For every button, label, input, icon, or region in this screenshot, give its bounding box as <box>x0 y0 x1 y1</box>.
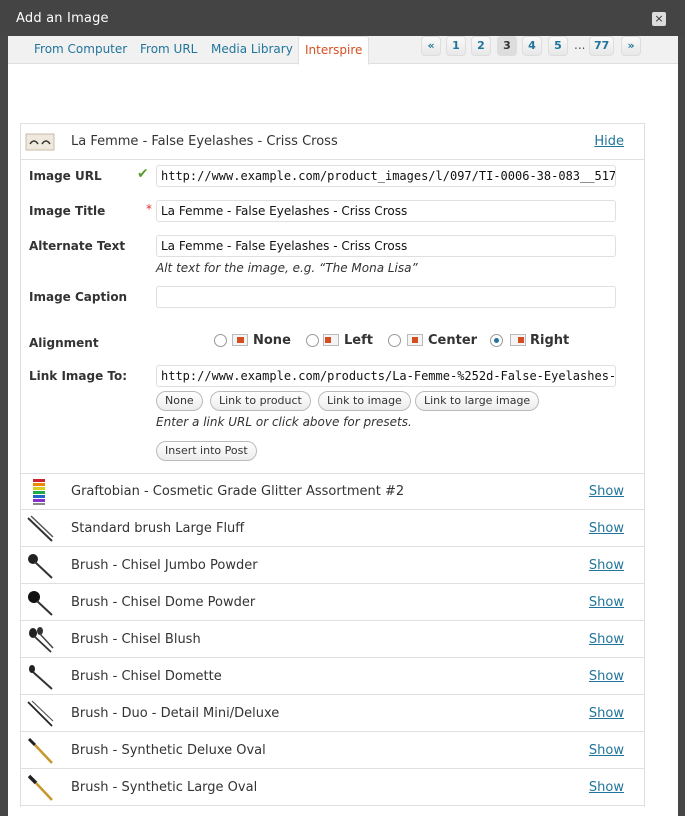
tab-interspire[interactable]: Interspire <box>298 36 370 65</box>
show-link[interactable]: Show <box>589 595 624 610</box>
show-link[interactable]: Show <box>589 780 624 795</box>
brush-thumbnail <box>27 700 54 727</box>
tab-from-url[interactable]: From URL <box>140 42 197 56</box>
link-to-image-button[interactable]: Link to image <box>318 391 411 411</box>
item-title: Graftobian - Cosmetic Grade Glitter Asso… <box>71 484 405 499</box>
list-item: Brush - Synthetic Large Oval Show <box>21 770 644 806</box>
align-center-icon <box>407 334 423 346</box>
item-title: Brush - Duo - Detail Mini/Deluxe <box>71 706 280 721</box>
list-item: Brush - Chisel Jumbo Powder Show <box>21 548 644 584</box>
pagination-ellipsis: ... <box>574 38 586 52</box>
item-title: Standard brush Large Fluff <box>71 521 245 536</box>
page-1-link[interactable]: 1 <box>446 36 466 56</box>
page-77-link[interactable]: 77 <box>589 36 615 56</box>
dialog-title: Add an Image <box>16 11 109 26</box>
required-marker: * <box>146 202 152 216</box>
tab-media-library[interactable]: Media Library <box>211 42 293 56</box>
item-title: Brush - Chisel Dome Powder <box>71 595 256 610</box>
checkmark-icon: ✔ <box>137 166 149 182</box>
show-link[interactable]: Show <box>589 484 624 499</box>
dialog-content: From Computer From URL Media Library Int… <box>8 36 678 816</box>
item-title: Brush - Chisel Jumbo Powder <box>71 558 258 573</box>
eyelashes-thumbnail <box>25 133 55 151</box>
insert-into-post-button[interactable]: Insert into Post <box>156 441 257 461</box>
next-page-button[interactable]: » <box>621 36 641 56</box>
brush-thumbnail <box>27 515 54 542</box>
align-none-label: None <box>253 333 291 348</box>
page-5-link[interactable]: 5 <box>548 36 568 56</box>
align-right-icon <box>510 334 526 346</box>
page-3-current: 3 <box>497 36 517 56</box>
alignment-label: Alignment <box>29 336 99 350</box>
alt-text-help: Alt text for the image, e.g. “The Mona L… <box>156 261 418 275</box>
list-item: Brush - Duo - Detail Mini/Deluxe Show <box>21 696 644 732</box>
brush-thumbnail <box>27 774 53 801</box>
item-title: Brush - Synthetic Large Oval <box>71 780 258 795</box>
list-item: Brush - Synthetic Deluxe Oval Show <box>21 733 644 769</box>
link-image-label: Link Image To: <box>29 369 128 383</box>
list-item: Brush - Chisel Dome Powder Show <box>21 585 644 621</box>
item-title: Brush - Chisel Blush <box>71 632 201 647</box>
align-none-icon <box>232 334 248 346</box>
tab-from-computer[interactable]: From Computer <box>34 42 127 56</box>
brush-thumbnail <box>29 627 54 653</box>
item-title: Brush - Chisel Domette <box>71 669 222 684</box>
list-item: Brush - Chisel Domette Show <box>21 659 644 695</box>
image-list: La Femme - False Eyelashes - Criss Cross… <box>20 123 645 807</box>
prev-page-button[interactable]: « <box>421 36 441 56</box>
link-to-large-image-button[interactable]: Link to large image <box>415 391 540 411</box>
page-4-link[interactable]: 4 <box>522 36 542 56</box>
item-title: La Femme - False Eyelashes - Criss Cross <box>71 134 338 149</box>
glitter-thumbnail <box>33 479 45 505</box>
show-link[interactable]: Show <box>589 558 624 573</box>
alt-text-input[interactable]: La Femme - False Eyelashes - Criss Cross <box>156 235 616 257</box>
brush-thumbnail <box>28 591 53 616</box>
image-title-label: Image Title <box>29 204 106 218</box>
brush-thumbnail <box>27 737 53 764</box>
align-left-icon <box>323 334 339 346</box>
align-center-radio[interactable] <box>388 334 401 347</box>
show-link[interactable]: Show <box>589 706 624 721</box>
align-none-radio[interactable] <box>214 334 227 347</box>
item-title: Brush - Synthetic Deluxe Oval <box>71 743 266 758</box>
alt-text-label: Alternate Text <box>29 239 126 253</box>
show-link[interactable]: Show <box>589 632 624 647</box>
align-right-label: Right <box>530 333 570 348</box>
align-right-radio[interactable] <box>490 334 503 347</box>
brush-thumbnail <box>29 665 53 690</box>
dialog-titlebar: Add an Image × <box>0 0 685 36</box>
image-title-input[interactable]: La Femme - False Eyelashes - Criss Cross <box>156 200 616 222</box>
image-caption-label: Image Caption <box>29 290 128 304</box>
hide-link[interactable]: Hide <box>594 134 624 149</box>
brush-thumbnail <box>28 554 53 579</box>
align-center-label: Center <box>428 333 478 348</box>
image-url-label: Image URL <box>29 169 102 183</box>
list-item: Graftobian - Cosmetic Grade Glitter Asso… <box>21 474 644 510</box>
link-none-button[interactable]: None <box>156 391 203 411</box>
align-left-label: Left <box>344 333 373 348</box>
image-url-input[interactable]: http://www.example.com/product_images/l/… <box>156 165 616 187</box>
add-image-dialog: Add an Image × From Computer From URL Me… <box>0 0 685 816</box>
show-link[interactable]: Show <box>589 521 624 536</box>
close-icon[interactable]: × <box>652 12 666 26</box>
image-caption-input[interactable] <box>156 286 616 308</box>
page-2-link[interactable]: 2 <box>471 36 491 56</box>
item-details: Image URL ✔ http://www.example.com/produ… <box>21 160 644 474</box>
show-link[interactable]: Show <box>589 669 624 684</box>
link-url-input[interactable]: http://www.example.com/products/La-Femme… <box>156 365 616 387</box>
list-item: Brush - Chisel Blush Show <box>21 622 644 658</box>
list-item-expanded: La Femme - False Eyelashes - Criss Cross… <box>21 124 644 160</box>
show-link[interactable]: Show <box>589 743 624 758</box>
link-help: Enter a link URL or click above for pres… <box>156 415 412 429</box>
list-item: Standard brush Large Fluff Show <box>21 511 644 547</box>
link-to-product-button[interactable]: Link to product <box>210 391 311 411</box>
align-left-radio[interactable] <box>306 334 319 347</box>
